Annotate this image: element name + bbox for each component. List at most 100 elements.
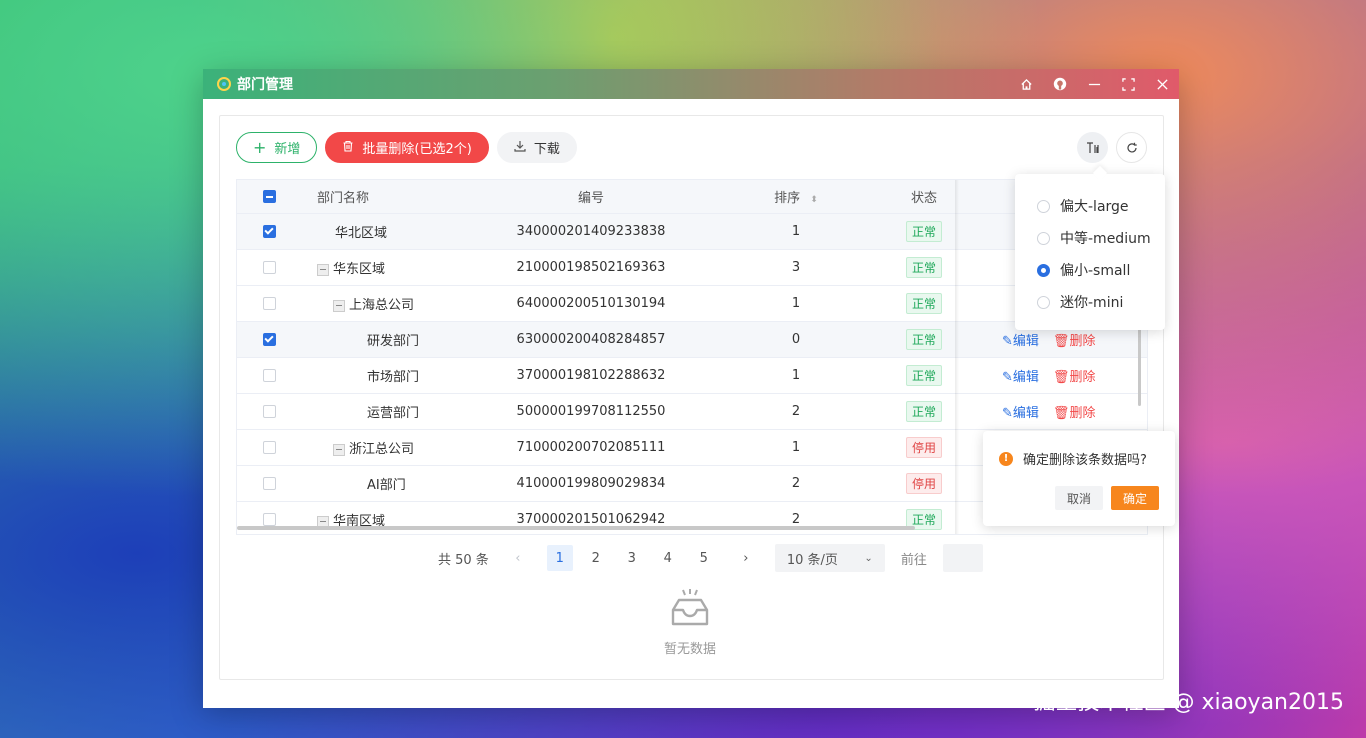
app-logo-icon: [217, 77, 231, 91]
dept-name: 研发部门: [367, 334, 420, 349]
download-label: 下载: [533, 142, 560, 157]
row-checkbox[interactable]: [262, 405, 276, 418]
pagination-total: 共 50 条: [438, 552, 489, 568]
add-button[interactable]: + 新增: [236, 132, 318, 163]
header-sort-label: 排序: [774, 191, 801, 206]
delete-link[interactable]: 🗑删除: [1053, 402, 1096, 421]
cell-actions: ✎编辑 🗑删除: [957, 366, 1147, 385]
confirm-message-text: 确定删除该条数据吗?: [1023, 453, 1147, 468]
delete-link[interactable]: 🗑删除: [1053, 330, 1096, 349]
table-row[interactable]: 上海总公司 640000200510130194 1 正常: [237, 286, 1147, 322]
table-row[interactable]: 市场部门 370000198102288632 1 正常 ✎编辑 🗑删除: [237, 358, 1147, 394]
minimize-icon[interactable]: [1087, 77, 1101, 91]
edit-icon: ✎: [1002, 370, 1013, 385]
collapse-icon[interactable]: [333, 443, 345, 456]
close-icon[interactable]: [1155, 77, 1169, 91]
batch-delete-button[interactable]: 批量删除(已选2个): [325, 132, 489, 163]
collapse-icon[interactable]: [317, 263, 329, 276]
confirm-button[interactable]: 确定: [1110, 486, 1159, 510]
edit-label: 编辑: [1012, 406, 1039, 421]
watermark: 掘金技术社区 @ xiaoyan2015: [1033, 690, 1345, 715]
home-icon[interactable]: [1019, 77, 1033, 91]
collapse-icon[interactable]: [333, 299, 345, 312]
cell-sort: 1: [791, 296, 801, 311]
status-badge: 停用: [905, 437, 942, 458]
radio-icon[interactable]: [1037, 199, 1050, 213]
row-checkbox-cell: [237, 225, 301, 238]
size-option[interactable]: 偏大-large: [1037, 190, 1165, 222]
size-option[interactable]: 迷你-mini: [1037, 286, 1165, 318]
page-number[interactable]: 3: [619, 545, 645, 571]
edit-link[interactable]: ✎编辑: [1002, 402, 1039, 421]
delete-label: 删除: [1069, 334, 1096, 349]
row-checkbox[interactable]: [262, 369, 276, 382]
size-option[interactable]: 偏小-small: [1037, 254, 1165, 286]
row-checkbox[interactable]: [262, 441, 276, 454]
status-badge: 正常: [905, 401, 942, 422]
row-checkbox[interactable]: [262, 513, 276, 526]
status-badge: 正常: [905, 257, 942, 278]
row-checkbox[interactable]: [262, 261, 276, 274]
edit-icon: ✎: [1002, 406, 1013, 421]
row-checkbox[interactable]: [262, 225, 276, 238]
confirm-message: ! 确定删除该条数据吗?: [999, 449, 1159, 468]
header-sort[interactable]: 排序 ⬍: [701, 187, 891, 206]
select-all-checkbox-cell: [237, 190, 301, 203]
table-header: 部门名称 编号 排序 ⬍ 状态: [237, 180, 1147, 214]
goto-page-input[interactable]: [942, 544, 983, 572]
text-size-icon[interactable]: [1077, 132, 1108, 163]
download-button[interactable]: 下载: [496, 132, 577, 163]
prev-page-icon[interactable]: ‹: [505, 545, 531, 571]
cell-code: 710000200702085111: [516, 440, 666, 455]
row-checkbox-cell: [237, 405, 301, 418]
cell-sort: 3: [791, 260, 801, 275]
toolbar-right: [1077, 132, 1147, 163]
table-row[interactable]: 研发部门 630000200408284857 0 正常 ✎编辑 🗑删除: [237, 322, 1147, 358]
page-number[interactable]: 2: [583, 545, 609, 571]
page-number[interactable]: 5: [691, 545, 717, 571]
row-checkbox-cell: [237, 477, 301, 490]
table-row[interactable]: 华北区域 340000201409233838 1 正常: [237, 214, 1147, 250]
cell-status: 正常: [891, 221, 957, 242]
page-number[interactable]: 1: [546, 545, 573, 571]
maximize-icon[interactable]: [1121, 77, 1135, 91]
edit-link[interactable]: ✎编辑: [1002, 366, 1039, 385]
radio-icon[interactable]: [1037, 295, 1050, 309]
table-row[interactable]: 华东区域 210000198502169363 3 正常: [237, 250, 1147, 286]
status-badge: 停用: [905, 473, 942, 494]
select-all-checkbox[interactable]: [262, 190, 276, 203]
toolbar: + 新增 批量删除(已选2个) 下载: [236, 132, 577, 163]
cell-status: 停用: [891, 473, 957, 494]
row-checkbox[interactable]: [262, 477, 276, 490]
page-size-value: 10 条/页: [786, 552, 838, 568]
row-checkbox[interactable]: [262, 297, 276, 310]
window-controls: [1019, 77, 1169, 91]
table-row[interactable]: 运营部门 500000199708112550 2 正常 ✎编辑 🗑删除: [237, 394, 1147, 430]
refresh-icon[interactable]: [1116, 132, 1147, 163]
page-list: 12345: [546, 545, 717, 571]
pagination: 共 50 条 ‹ 12345 › 10 条/页 ⌄ 前往: [438, 544, 983, 572]
cell-sort: 1: [791, 440, 801, 455]
title-bar[interactable]: 部门管理: [203, 69, 1179, 99]
size-dropdown: 偏大-large 中等-medium 偏小-small 迷你-mini: [1015, 174, 1165, 330]
plus-icon: +: [253, 137, 267, 157]
cell-code: 370000201501062942: [516, 512, 666, 527]
dept-name: 运营部门: [367, 406, 420, 421]
edit-label: 编辑: [1012, 334, 1039, 349]
row-checkbox[interactable]: [262, 333, 276, 346]
sort-caret-icon[interactable]: ⬍: [810, 195, 818, 205]
radio-icon[interactable]: [1037, 263, 1050, 277]
next-page-icon[interactable]: ›: [733, 545, 759, 571]
cancel-button[interactable]: 取消: [1054, 486, 1103, 510]
size-option[interactable]: 中等-medium: [1037, 222, 1165, 254]
cell-name: 研发部门: [301, 330, 481, 349]
github-icon[interactable]: [1053, 77, 1067, 91]
edit-link[interactable]: ✎编辑: [1002, 330, 1039, 349]
radio-icon[interactable]: [1037, 231, 1050, 245]
page-size-select[interactable]: 10 条/页 ⌄: [774, 544, 885, 572]
page-number[interactable]: 4: [655, 545, 681, 571]
delete-link[interactable]: 🗑删除: [1053, 366, 1096, 385]
trash-icon: 🗑: [1052, 370, 1070, 385]
cell-status: 停用: [891, 437, 957, 458]
horizontal-scrollbar[interactable]: [237, 526, 915, 530]
